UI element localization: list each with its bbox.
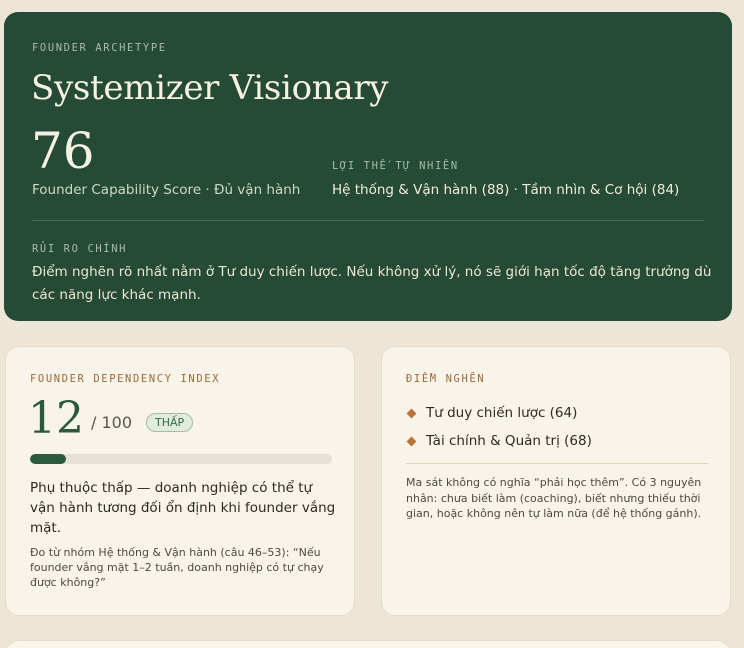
dependency-progress-bar	[30, 454, 332, 464]
dependency-description: Phụ thuộc thấp — doanh nghiệp có thể tự …	[30, 480, 336, 536]
bottleneck-label: Tài chính & Quản trị (68)	[426, 433, 592, 449]
bottleneck-label: Tư duy chiến lược (64)	[426, 405, 578, 421]
list-item: Tư duy chiến lược (64)	[406, 399, 592, 427]
dependency-note: Đo từ nhóm Hệ thống & Vận hành (câu 46–5…	[30, 546, 324, 589]
dependency-level-badge: THẤP	[146, 413, 194, 432]
next-card	[5, 640, 731, 648]
strengths-label: LỢI THẾ TỰ NHIÊN	[332, 160, 459, 172]
dependency-progress-fill	[30, 454, 67, 464]
diamond-bullet-icon	[406, 408, 417, 418]
bottleneck-list: Tư duy chiến lược (64) Tài chính & Quản …	[406, 399, 592, 455]
bottlenecks-divider	[406, 463, 708, 464]
archetype-eyebrow: FOUNDER ARCHETYPE	[32, 42, 167, 54]
bottlenecks-note: Ma sát không có nghĩa “phải học thêm”. C…	[406, 476, 702, 520]
hero-divider	[32, 220, 704, 221]
bottlenecks-card: ĐIỂM NGHẼN Tư duy chiến lược (64) Tài ch…	[381, 346, 731, 616]
list-item: Tài chính & Quản trị (68)	[406, 427, 592, 455]
dependency-index-card: FOUNDER DEPENDENCY INDEX 12 / 100 THẤP P…	[5, 346, 355, 616]
risk-label: RỦI RO CHÍNH	[32, 243, 128, 255]
capability-score-label: Founder Capability Score · Đủ vận hành	[32, 182, 301, 198]
dependency-denominator: / 100	[91, 413, 133, 432]
archetype-hero-card: FOUNDER ARCHETYPE Systemizer Visionary 7…	[4, 12, 732, 321]
dependency-eyebrow: FOUNDER DEPENDENCY INDEX	[30, 373, 221, 385]
bottlenecks-eyebrow: ĐIỂM NGHẼN	[406, 373, 486, 385]
diamond-bullet-icon	[406, 436, 417, 446]
dependency-value: 12	[28, 393, 84, 444]
archetype-title: Systemizer Visionary	[31, 68, 389, 108]
risk-text: Điểm nghẽn rõ nhất nằm ở Tư duy chiến lư…	[32, 264, 712, 303]
capability-score: 76	[31, 122, 95, 180]
strengths-value: Hệ thống & Vận hành (88) · Tầm nhìn & Cơ…	[332, 182, 680, 198]
